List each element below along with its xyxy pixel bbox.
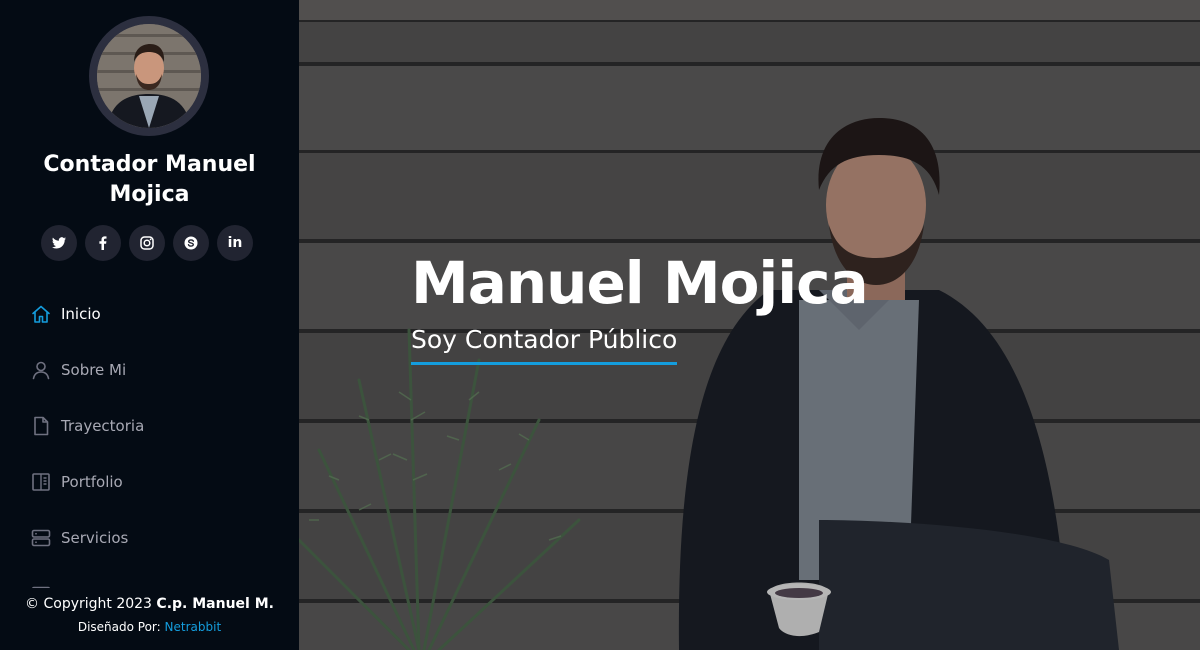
- instagram-link[interactable]: [129, 225, 165, 261]
- hero-section: Manuel Mojica Soy Contador Público: [299, 0, 1200, 650]
- nav-item-label: Trayectoria: [61, 417, 145, 435]
- nav-item-trayectoria[interactable]: Trayectoria: [0, 398, 299, 454]
- page: Contador Manuel Mojica in Inicio Sobre M…: [0, 0, 1200, 650]
- avatar-photo: [97, 24, 201, 128]
- nav-item-label: Servicios: [61, 529, 129, 547]
- linkedin-link[interactable]: in: [217, 225, 253, 261]
- server-icon: [30, 527, 52, 549]
- credits-link[interactable]: Netrabbit: [165, 620, 222, 634]
- credits-prefix: Diseñado Por:: [77, 620, 161, 634]
- nav-item-portfolio[interactable]: Portfolio: [0, 454, 299, 510]
- twitter-icon: [52, 237, 66, 249]
- nav-item-label: Inicio: [61, 305, 101, 323]
- instagram-icon: [140, 236, 154, 250]
- skype-link[interactable]: [173, 225, 209, 261]
- nav-item-label: Portfolio: [61, 473, 123, 491]
- facebook-link[interactable]: [85, 225, 121, 261]
- skype-icon: [184, 236, 198, 250]
- social-links: in: [41, 225, 253, 261]
- copyright-name: C.p. Manuel M.: [156, 596, 274, 612]
- file-icon: [30, 415, 52, 437]
- nav-item-servicios[interactable]: Servicios: [0, 510, 299, 566]
- hero-title: Manuel Mojica: [411, 249, 869, 317]
- copyright-prefix: © Copyright 2023: [25, 596, 152, 612]
- sidebar-footer: © Copyright 2023 C.p. Manuel M. Diseñado…: [0, 588, 299, 650]
- nav-item-label: Sobre Mi: [61, 361, 127, 379]
- nav-item-sobre-mi[interactable]: Sobre Mi: [0, 342, 299, 398]
- copyright: © Copyright 2023 C.p. Manuel M.: [0, 595, 299, 613]
- twitter-link[interactable]: [41, 225, 77, 261]
- book-half-icon: [30, 471, 52, 493]
- facebook-icon: [99, 236, 107, 250]
- credits: Diseñado Por: Netrabbit: [0, 619, 299, 635]
- linkedin-icon: in: [227, 235, 243, 251]
- home-icon: [30, 303, 52, 325]
- person-icon: [30, 359, 52, 381]
- profile-name: Contador Manuel Mojica: [43, 152, 256, 207]
- avatar: [89, 16, 209, 136]
- nav-menu: Inicio Sobre Mi Trayectoria Portfolio Se…: [0, 286, 299, 590]
- sidebar: Contador Manuel Mojica in Inicio Sobre M…: [0, 0, 299, 650]
- nav-item-partial[interactable]: [0, 566, 299, 590]
- nav-item-inicio[interactable]: Inicio: [0, 286, 299, 342]
- hero-subtitle: Soy Contador Público: [411, 322, 678, 365]
